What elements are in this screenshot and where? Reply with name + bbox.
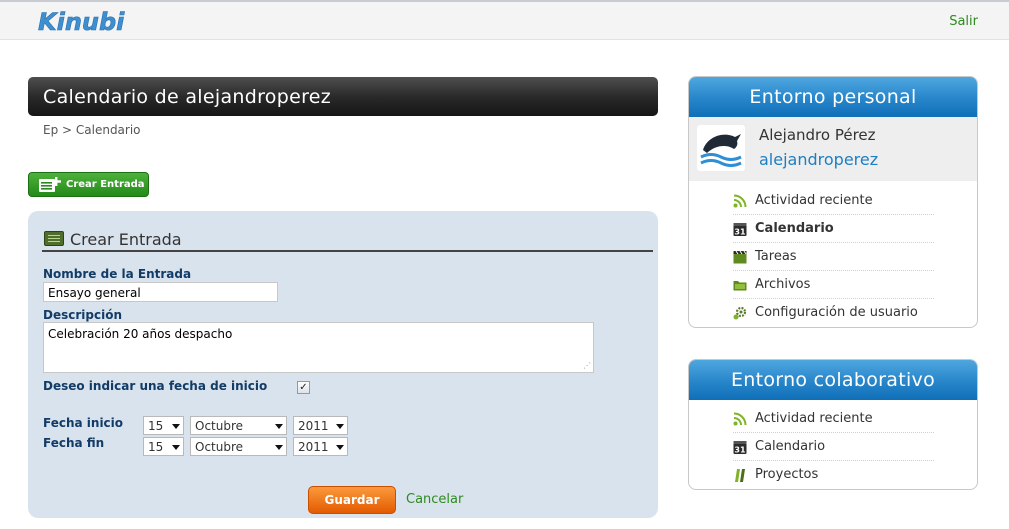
end-day-select[interactable]: 15	[143, 437, 184, 456]
chevron-down-icon	[275, 445, 283, 450]
rss-icon	[733, 412, 747, 426]
start-day-value: 15	[148, 419, 164, 433]
chevron-down-icon	[172, 424, 180, 429]
collab-item-label: Calendario	[755, 439, 826, 454]
sidebar-item-tasks[interactable]: Tareas	[733, 243, 934, 271]
description-textarea[interactable]: Celebración 20 años despacho ⋰	[43, 322, 594, 373]
clapperboard-icon	[733, 250, 747, 264]
gear-icon	[733, 306, 747, 320]
end-year-select[interactable]: 2011	[293, 437, 348, 456]
start-month-value: Octubre	[195, 419, 244, 433]
breadcrumb[interactable]: Ep > Calendario	[43, 123, 141, 137]
list-icon	[44, 231, 64, 246]
collab-item-label: Proyectos	[755, 467, 819, 482]
panel-header: Crear Entrada	[42, 229, 653, 252]
resize-grip-icon[interactable]: ⋰	[583, 361, 591, 370]
username-link[interactable]: alejandroperez	[759, 150, 878, 169]
sidebar-item-calendar[interactable]: 31 Calendario	[733, 215, 934, 243]
chevron-down-icon	[275, 424, 283, 429]
sidebar-item-files[interactable]: Archivos	[733, 271, 934, 299]
end-date-label: Fecha fin	[43, 436, 105, 450]
cancel-link[interactable]: Cancelar	[406, 492, 463, 507]
sidebar-item-label: Actividad reciente	[755, 193, 873, 208]
chevron-down-icon	[336, 424, 344, 429]
sidebar-item-label: Calendario	[755, 221, 834, 236]
save-button[interactable]: Guardar	[308, 486, 396, 514]
sidebar-item-label: Configuración de usuario	[755, 305, 918, 320]
description-label: Descripción	[43, 308, 122, 322]
folder-icon	[733, 281, 747, 291]
logout-link[interactable]: Salir	[949, 14, 978, 29]
sidebar-item-user-settings[interactable]: Configuración de usuario	[733, 299, 934, 327]
end-year-value: 2011	[298, 440, 329, 454]
personal-environment-title: Entorno personal	[689, 77, 977, 117]
chevron-down-icon	[336, 445, 344, 450]
top-bar: Kinubi Salir	[0, 0, 1009, 40]
description-text: Celebración 20 años despacho	[48, 327, 233, 341]
collab-item-projects[interactable]: Proyectos	[733, 461, 934, 489]
start-date-checkbox[interactable]: ✓	[297, 381, 310, 394]
create-entry-button[interactable]: Crear Entrada	[28, 172, 149, 197]
svg-text:31: 31	[734, 446, 746, 455]
collaborative-environment-box: Entorno colaborativo Actividad reciente …	[688, 359, 978, 490]
entry-name-label: Nombre de la Entrada	[43, 267, 192, 281]
start-month-select[interactable]: Octubre	[190, 416, 287, 435]
end-month-select[interactable]: Octubre	[190, 437, 287, 456]
add-list-icon	[39, 176, 61, 192]
page-title: Calendario de alejandroperez	[28, 77, 658, 116]
dolphin-icon	[700, 134, 742, 167]
chevron-down-icon	[172, 445, 180, 450]
projects-icon	[735, 469, 745, 482]
panel-title: Crear Entrada	[70, 230, 182, 249]
sidebar-item-label: Tareas	[755, 249, 797, 264]
start-year-value: 2011	[298, 419, 329, 433]
svg-text:31: 31	[734, 228, 746, 237]
kinubi-logo[interactable]: Kinubi	[36, 4, 131, 40]
user-full-name: Alejandro Pérez	[759, 126, 876, 144]
end-day-value: 15	[148, 440, 164, 454]
start-day-select[interactable]: 15	[143, 416, 184, 435]
start-date-label: Fecha inicio	[43, 416, 124, 430]
avatar[interactable]	[697, 125, 745, 171]
collab-item-label: Actividad reciente	[755, 411, 873, 426]
sidebar-item-label: Archivos	[755, 277, 811, 292]
start-date-checkbox-label: Deseo indicar una fecha de inicio	[43, 379, 268, 393]
svg-text:Kinubi: Kinubi	[38, 8, 125, 36]
collab-item-recent-activity[interactable]: Actividad reciente	[733, 405, 934, 433]
collaborative-environment-title: Entorno colaborativo	[689, 360, 977, 400]
entry-name-input[interactable]: Ensayo general	[43, 282, 278, 302]
user-profile: Alejandro Pérez alejandroperez	[689, 117, 977, 181]
rss-icon	[733, 194, 747, 208]
start-year-select[interactable]: 2011	[293, 416, 348, 435]
personal-environment-box: Entorno personal Alejandro Pérez alejand…	[688, 76, 978, 328]
calendar-icon: 31	[733, 441, 747, 455]
end-month-value: Octubre	[195, 440, 244, 454]
sidebar-item-recent-activity[interactable]: Actividad reciente	[733, 187, 934, 215]
calendar-icon: 31	[733, 223, 747, 237]
collab-item-calendar[interactable]: 31 Calendario	[733, 433, 934, 461]
create-entry-label: Crear Entrada	[66, 179, 145, 190]
